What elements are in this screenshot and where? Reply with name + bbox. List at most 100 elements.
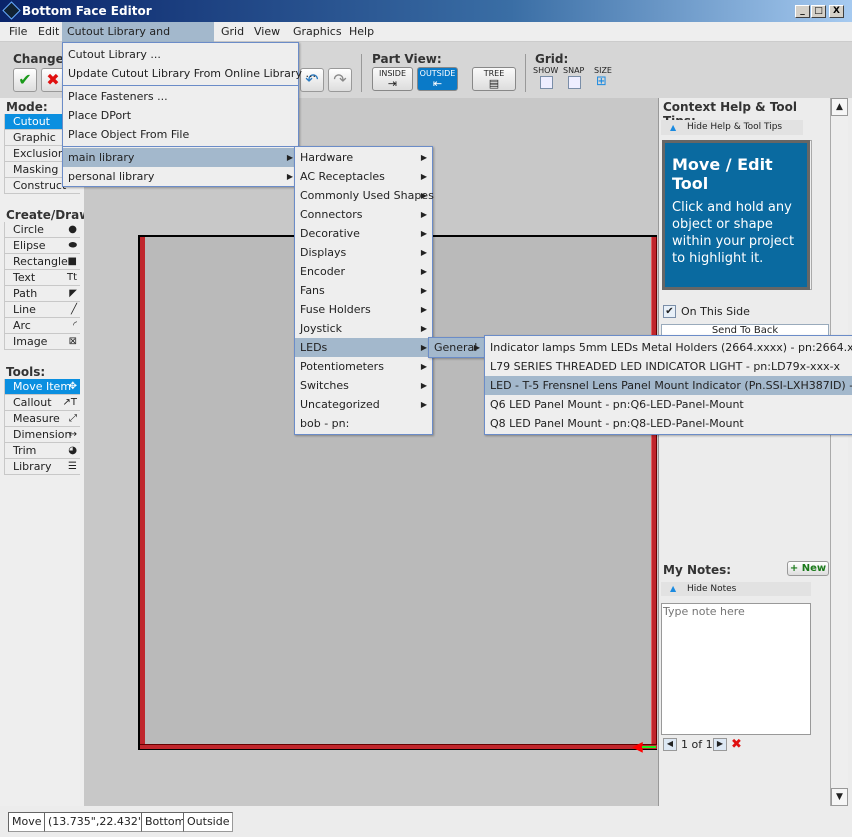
menu-item-hardware[interactable]: Hardware ▶ (295, 148, 432, 167)
hide-help-label: Hide Help & Tool Tips (687, 122, 783, 132)
create-elipse[interactable]: Elipse ⬬ (4, 238, 80, 254)
my-notes-title: My Notes: (663, 563, 732, 577)
delete-note-icon[interactable]: ✖ (731, 737, 742, 752)
menu-graphics[interactable]: Graphics (288, 22, 347, 42)
measure-icon: ⤢ (69, 413, 77, 424)
grid-snap-label: SNAP (563, 66, 585, 75)
menu-grid[interactable]: Grid (216, 22, 249, 42)
menu-item-label: Fuse Holders (300, 303, 371, 316)
status-coordinates: (13.735",22.432") (44, 812, 152, 832)
general-leds-menu: Indicator lamps 5mm LEDs Metal Holders (… (484, 335, 852, 435)
on-this-side-checkbox[interactable]: ✔ (663, 305, 676, 318)
menu-item-main-library[interactable]: main library ▶ (63, 148, 298, 167)
redo-icon[interactable]: ↷ (328, 68, 352, 92)
tool-label: Measure (13, 412, 60, 425)
led-part-item[interactable]: Q6 LED Panel Mount - pn:Q6-LED-Panel-Mou… (485, 395, 852, 414)
create-line[interactable]: Line ╱ (4, 302, 80, 318)
tool-measure[interactable]: Measure ⤢ (4, 411, 80, 427)
create-text[interactable]: Text Tt (4, 270, 80, 286)
tool-dimension[interactable]: Dimension ↔ (4, 427, 80, 443)
tool-library[interactable]: Library ☰ (4, 459, 80, 475)
submenu-arrow-icon: ▶ (420, 324, 427, 333)
menu-item-general[interactable]: General ▶ (429, 338, 485, 357)
tree-button[interactable]: TREE ▤ (472, 67, 516, 91)
outside-view-button[interactable]: OUTSIDE ⇤ (417, 67, 458, 91)
menu-item-fuse-holders[interactable]: Fuse Holders ▶ (295, 300, 432, 319)
new-note-button[interactable]: + New (787, 561, 829, 576)
minimize-button[interactable]: _ (795, 5, 810, 18)
tool-trim[interactable]: Trim ◕ (4, 443, 80, 459)
menu-item-fans[interactable]: Fans ▶ (295, 281, 432, 300)
menu-item-label: LEDs (300, 341, 328, 354)
menu-item-encoder[interactable]: Encoder ▶ (295, 262, 432, 281)
menu-edit[interactable]: Edit (33, 22, 64, 42)
menu-item-potentiometers[interactable]: Potentiometers ▶ (295, 357, 432, 376)
text-icon: Tt (66, 272, 77, 283)
create-rectangle[interactable]: Rectangle ■ (4, 254, 80, 270)
menu-help[interactable]: Help (344, 22, 379, 42)
panel-outline-left (140, 237, 145, 750)
menu-item-leds[interactable]: LEDs ▶ (295, 338, 432, 357)
menu-file[interactable]: File (4, 22, 32, 42)
submenu-arrow-icon: ▶ (420, 210, 427, 219)
panel-outline-bottom (140, 744, 657, 750)
enter-icon: ⇥ (387, 77, 398, 90)
next-note-button[interactable]: ▶ (713, 738, 727, 751)
menu-bar: File Edit Cutout Library and Fasteners G… (0, 22, 852, 58)
menu-item-place-object-from-file[interactable]: Place Object From File (63, 125, 298, 144)
menu-item-place-dport[interactable]: Place DPort (63, 106, 298, 125)
submenu-arrow-icon: ▶ (420, 267, 427, 276)
scroll-up-icon[interactable]: ▲ (831, 98, 848, 116)
menu-item-displays[interactable]: Displays ▶ (295, 243, 432, 262)
submenu-arrow-icon: ▶ (420, 305, 427, 314)
led-part-item[interactable]: Q8 LED Panel Mount - pn:Q8-LED-Panel-Mou… (485, 414, 852, 433)
library-icon: ☰ (68, 461, 77, 472)
close-button[interactable]: X (829, 5, 844, 18)
status-mode: Move (8, 812, 46, 832)
create-arc[interactable]: Arc ◜ (4, 318, 80, 334)
menu-item-label: Switches (300, 379, 349, 392)
menu-item-commonly-used-shapes[interactable]: Commonly Used Shapes ▶ (295, 186, 434, 205)
tool-move-item[interactable]: Move Item ✥ (4, 379, 80, 395)
menu-view[interactable]: View (249, 22, 285, 42)
menu-item-switches[interactable]: Switches ▶ (295, 376, 432, 395)
tools-label: Tools: (6, 365, 46, 379)
menu-item-joystick[interactable]: Joystick ▶ (295, 319, 432, 338)
menu-item-place-fasteners[interactable]: Place Fasteners ... (63, 87, 298, 106)
origin-y-line (642, 746, 656, 748)
collapse-icon: ▲ (670, 123, 677, 132)
previous-note-button[interactable]: ◀ (663, 738, 677, 751)
tool-callout[interactable]: Callout ↗T (4, 395, 80, 411)
inside-view-button[interactable]: INSIDE ⇥ (372, 67, 413, 91)
scroll-down-icon[interactable]: ▼ (831, 788, 848, 806)
hide-notes-toggle[interactable]: ▲ Hide Notes (661, 582, 811, 596)
trim-icon: ◕ (68, 445, 77, 456)
hide-help-toggle[interactable]: ▲ Hide Help & Tool Tips (661, 120, 803, 135)
led-part-item[interactable]: L79 SERIES THREADED LED INDICATOR LIGHT … (485, 357, 852, 376)
note-textarea[interactable] (661, 603, 811, 735)
menu-item-uncategorized[interactable]: Uncategorized ▶ (295, 395, 432, 414)
menu-item-update-cutout-library[interactable]: Update Cutout Library From Online Librar… (63, 64, 316, 83)
menu-item-ac-receptacles[interactable]: AC Receptacles ▶ (295, 167, 432, 186)
callout-icon: ↗T (62, 397, 78, 408)
menu-item-personal-library[interactable]: personal library ▶ (63, 167, 298, 186)
grid-show-label: SHOW (533, 66, 559, 75)
menu-cutout-library[interactable]: Cutout Library and Fasteners (62, 22, 214, 58)
grid-show-checkbox[interactable] (540, 76, 553, 89)
maximize-button[interactable]: □ (811, 5, 826, 18)
accept-icon[interactable]: ✔ (13, 68, 37, 92)
create-circle[interactable]: Circle ● (4, 222, 80, 238)
menu-item-cutout-library[interactable]: Cutout Library ... (63, 45, 298, 64)
grid-snap-checkbox[interactable] (568, 76, 581, 89)
create-image[interactable]: Image ⊠ (4, 334, 80, 350)
tool-label: Trim (13, 444, 37, 457)
menu-item-bob-pn-[interactable]: bob - pn: (295, 414, 432, 433)
create-path[interactable]: Path ◤ (4, 286, 80, 302)
led-part-item[interactable]: LED - T-5 Frensnel Lens Panel Mount Indi… (485, 376, 852, 395)
grid-size-icon[interactable]: ⊞ (596, 74, 607, 89)
led-part-item[interactable]: Indicator lamps 5mm LEDs Metal Holders (… (485, 338, 852, 357)
move-item-icon: ✥ (68, 381, 77, 392)
right-panel-scrollbar[interactable]: ▲ ▼ (830, 98, 848, 806)
menu-item-decorative[interactable]: Decorative ▶ (295, 224, 432, 243)
menu-item-connectors[interactable]: Connectors ▶ (295, 205, 432, 224)
